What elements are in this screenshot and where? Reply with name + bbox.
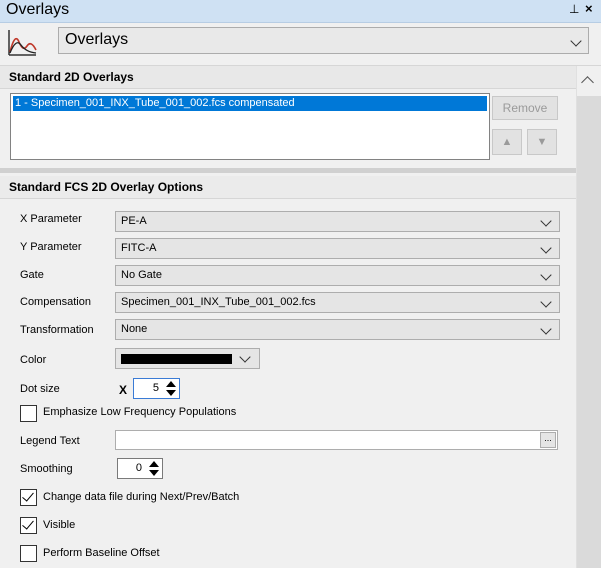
gate-value: No Gate xyxy=(121,269,162,281)
transformation-label: Transformation xyxy=(20,324,94,336)
chevron-down-icon xyxy=(239,351,251,363)
checkmark-icon xyxy=(22,517,34,530)
standard-overlays-title: Standard 2D Overlays xyxy=(9,70,134,84)
compensation-value: Specimen_001_INX_Tube_001_002.fcs xyxy=(121,296,316,308)
move-up-button[interactable]: ▲ xyxy=(492,129,522,155)
checkmark-icon xyxy=(22,489,34,502)
chevron-down-icon xyxy=(540,269,552,281)
dot-size-x: X xyxy=(119,383,128,397)
dot-size-stepper[interactable]: 5 xyxy=(133,378,180,399)
window-title: Overlays xyxy=(6,1,70,18)
emphasize-checkbox[interactable] xyxy=(20,405,37,422)
legend-text-input[interactable]: ... xyxy=(115,430,558,450)
smoothing-value[interactable]: 0 xyxy=(118,462,144,474)
emphasize-label: Emphasize Low Frequency Populations xyxy=(43,406,237,418)
remove-button[interactable]: Remove xyxy=(492,96,558,120)
y-parameter-value: FITC-A xyxy=(121,242,157,254)
standard-overlays-header: Standard 2D Overlays xyxy=(0,66,576,89)
decrement-icon[interactable] xyxy=(164,388,178,397)
transformation-value: None xyxy=(121,323,148,335)
visible-checkbox[interactable] xyxy=(20,517,37,534)
x-parameter-dropdown[interactable]: PE-A xyxy=(115,211,560,232)
overlay-select-dropdown[interactable]: Overlays xyxy=(58,27,589,54)
change-data-file-checkbox[interactable] xyxy=(20,489,37,506)
standard-overlays-section: Standard 2D Overlays 1 - Specimen_001_IN… xyxy=(0,66,576,168)
compensation-dropdown[interactable]: Specimen_001_INX_Tube_001_002.fcs xyxy=(115,292,560,313)
compensation-label: Compensation xyxy=(20,296,91,308)
scrollbar-thumb[interactable] xyxy=(577,96,601,568)
move-down-button[interactable]: ▼ xyxy=(527,129,557,155)
transformation-dropdown[interactable]: None xyxy=(115,319,560,340)
color-swatch xyxy=(121,354,232,364)
overlay-select-value: Overlays xyxy=(65,31,129,48)
x-parameter-label: X Parameter xyxy=(20,213,82,225)
legend-text-label: Legend Text xyxy=(20,435,80,447)
legend-browse-button[interactable]: ... xyxy=(540,432,556,448)
gate-dropdown[interactable]: No Gate xyxy=(115,265,560,286)
baseline-offset-checkbox[interactable] xyxy=(20,545,37,562)
scroll-up-icon[interactable] xyxy=(581,76,594,89)
decrement-icon[interactable] xyxy=(147,468,161,477)
y-parameter-label: Y Parameter xyxy=(20,241,82,253)
vertical-scrollbar[interactable] xyxy=(576,66,601,568)
chevron-down-icon xyxy=(540,296,552,308)
change-data-file-label: Change data file during Next/Prev/Batch xyxy=(43,491,240,503)
overlay-options-title: Standard FCS 2D Overlay Options xyxy=(9,180,204,194)
close-icon[interactable]: × xyxy=(585,1,593,16)
chevron-down-icon xyxy=(540,215,552,227)
overlay-options-section: Standard FCS 2D Overlay Options X Parame… xyxy=(0,173,576,568)
visible-label: Visible xyxy=(43,519,76,531)
smoothing-label: Smoothing xyxy=(20,463,73,475)
color-picker[interactable] xyxy=(115,348,260,369)
smoothing-stepper[interactable]: 0 xyxy=(117,458,163,479)
pin-icon[interactable]: ⊥ xyxy=(569,2,579,16)
color-label: Color xyxy=(20,354,47,366)
overlay-options-header: Standard FCS 2D Overlay Options xyxy=(0,176,576,199)
gate-label: Gate xyxy=(20,269,44,281)
overlay-toolbar: Overlays xyxy=(0,23,601,66)
dot-size-value[interactable]: 5 xyxy=(134,382,161,394)
x-parameter-value: PE-A xyxy=(121,215,147,227)
chevron-down-icon xyxy=(540,242,552,254)
dot-size-label: Dot size xyxy=(20,383,60,395)
chevron-down-icon xyxy=(570,35,582,47)
overlay-list-item[interactable]: 1 - Specimen_001_INX_Tube_001_002.fcs co… xyxy=(13,96,487,111)
chevron-down-icon xyxy=(540,323,552,335)
baseline-offset-label: Perform Baseline Offset xyxy=(43,547,160,559)
overlay-chart-icon xyxy=(8,30,37,56)
y-parameter-dropdown[interactable]: FITC-A xyxy=(115,238,560,259)
overlay-list[interactable]: 1 - Specimen_001_INX_Tube_001_002.fcs co… xyxy=(10,93,490,160)
window-titlebar: Overlays ⊥ × xyxy=(0,0,601,23)
